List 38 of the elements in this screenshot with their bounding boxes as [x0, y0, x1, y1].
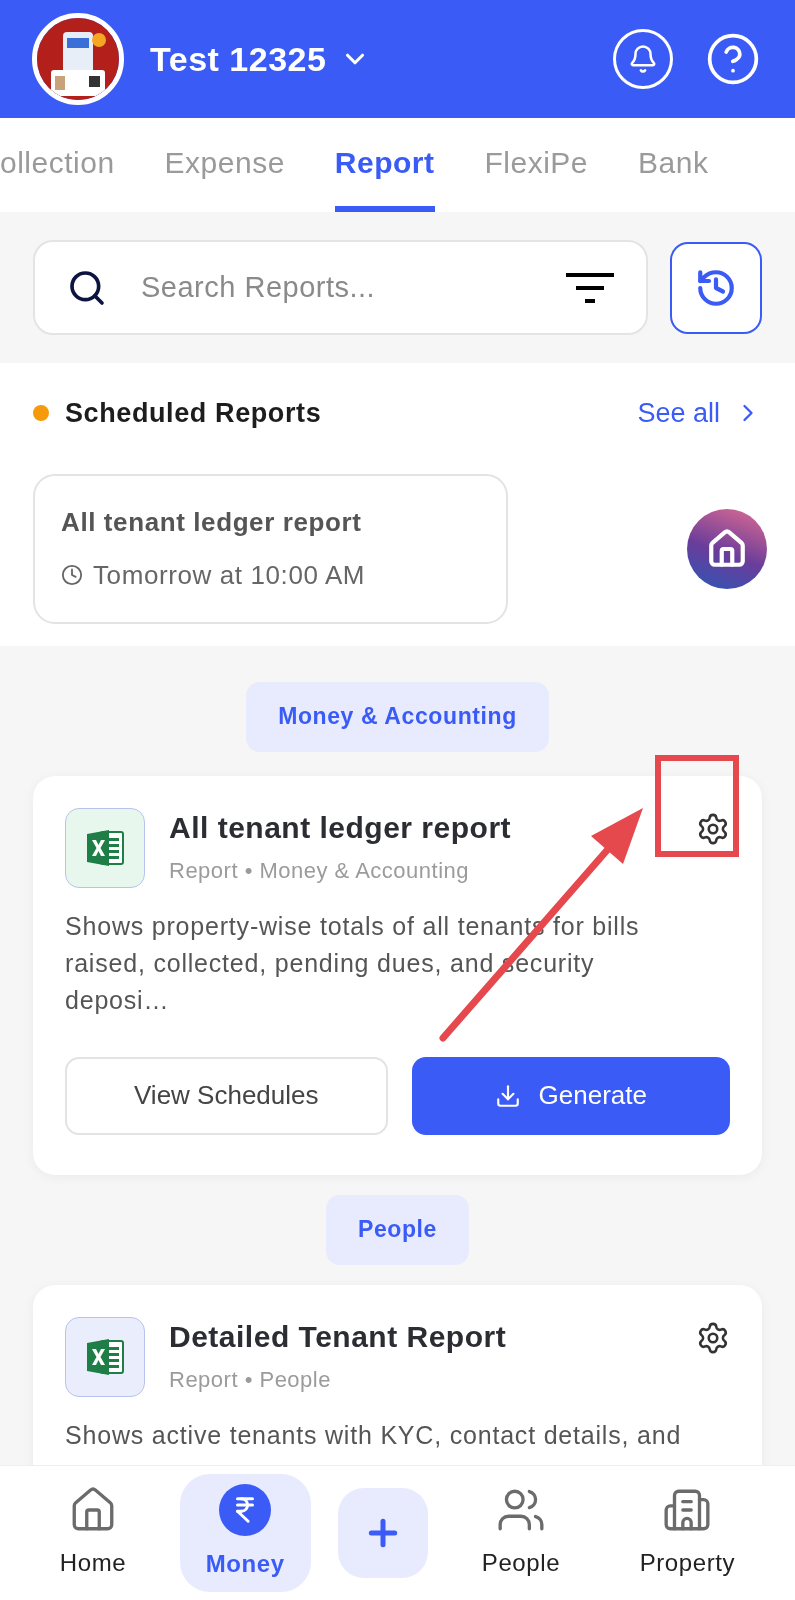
- report-title: Detailed Tenant Report: [169, 1318, 508, 1355]
- help-icon: [705, 31, 761, 87]
- report-title: All tenant ledger report: [169, 809, 513, 846]
- nav-item[interactable]: People: [455, 1474, 587, 1592]
- section-title: Scheduled Reports: [65, 397, 322, 430]
- report-meta: Report • Money & Accounting: [169, 856, 471, 885]
- report-meta: Report • People: [169, 1365, 332, 1394]
- tab[interactable]: Expense: [164, 118, 285, 212]
- search-bar[interactable]: Search Reports...: [33, 240, 648, 335]
- report-description: Shows active tenants with KYC, contact details, and: [65, 1419, 683, 1451]
- tab[interactable]: Report: [334, 118, 435, 212]
- filter-icon[interactable]: [566, 272, 614, 303]
- settings-icon[interactable]: [696, 811, 730, 846]
- download-icon: [494, 1082, 521, 1109]
- nav-item[interactable]: Property: [613, 1474, 762, 1592]
- generate-button[interactable]: Generate: [411, 1056, 730, 1135]
- scheduled-time: Tomorrow at 10:00 AM: [93, 558, 366, 592]
- nav-item[interactable]: Home: [33, 1474, 153, 1592]
- tab[interactable]: Bank: [638, 118, 709, 212]
- scheduled-card[interactable]: All tenant ledger report Tomorrow at 10:00 AM: [33, 473, 508, 624]
- notifications-button[interactable]: [613, 29, 673, 89]
- search-input[interactable]: Search Reports...: [141, 265, 532, 310]
- view-schedules-button[interactable]: View Schedules: [65, 1056, 388, 1135]
- clock-icon: [61, 564, 83, 586]
- history-button[interactable]: [670, 241, 762, 334]
- tab[interactable]: ollection: [0, 118, 115, 212]
- add-button[interactable]: [338, 1488, 429, 1578]
- settings-icon[interactable]: [696, 1320, 730, 1355]
- tab[interactable]: FlexiPe: [484, 118, 589, 212]
- bell-icon: [628, 44, 658, 74]
- rupee-icon: [219, 1484, 272, 1536]
- category-chip: Money & Accounting: [246, 681, 549, 752]
- scheduled-title: All tenant ledger report: [61, 505, 363, 539]
- category-chip: People: [326, 1194, 469, 1265]
- home-icon: [706, 527, 748, 570]
- see-all-link[interactable]: See all: [637, 393, 720, 434]
- account-name[interactable]: Test 12325: [150, 33, 327, 85]
- nav-item[interactable]: Money: [179, 1474, 311, 1592]
